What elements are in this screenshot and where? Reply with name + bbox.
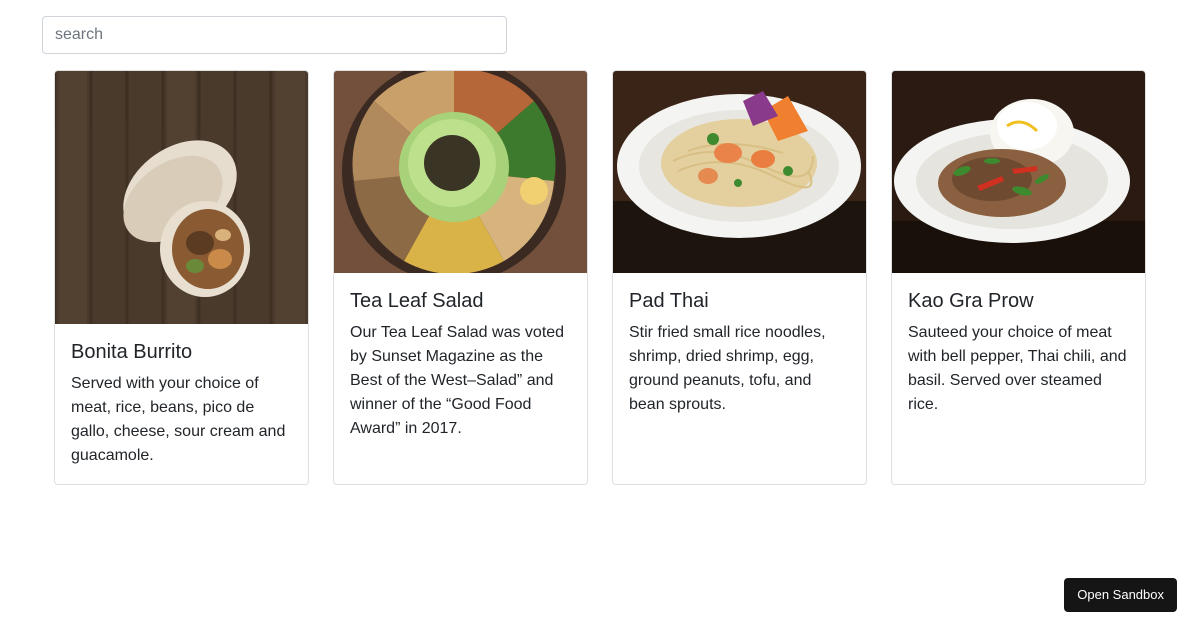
menu-card[interactable]: Bonita Burrito Served with your choice o… <box>54 70 309 485</box>
kao-gra-prow-photo <box>892 71 1145 273</box>
card-title: Tea Leaf Salad <box>350 290 484 312</box>
search-input[interactable] <box>42 16 507 54</box>
pad-thai-photo <box>613 71 866 273</box>
card-description: Served with your choice of meat, rice, b… <box>71 375 286 464</box>
burrito-photo <box>55 71 308 324</box>
card-title: Bonita Burrito <box>71 341 193 363</box>
menu-card[interactable]: Tea Leaf Salad Our Tea Leaf Salad was vo… <box>333 70 588 485</box>
card-title: Pad Thai <box>629 290 709 312</box>
tea-leaf-salad-photo <box>334 71 587 273</box>
card-description: Sauteed your choice of meat with bell pe… <box>908 324 1127 413</box>
menu-card[interactable]: Pad Thai Stir fried small rice noodles, … <box>612 70 867 485</box>
card-description: Our Tea Leaf Salad was voted by Sunset M… <box>350 324 565 437</box>
open-sandbox-button[interactable]: Open Sandbox <box>1064 578 1177 612</box>
card-description: Stir fried small rice noodles, shrimp, d… <box>629 324 826 413</box>
menu-card[interactable]: Kao Gra Prow Sauteed your choice of meat… <box>891 70 1146 485</box>
card-title: Kao Gra Prow <box>908 290 1034 312</box>
